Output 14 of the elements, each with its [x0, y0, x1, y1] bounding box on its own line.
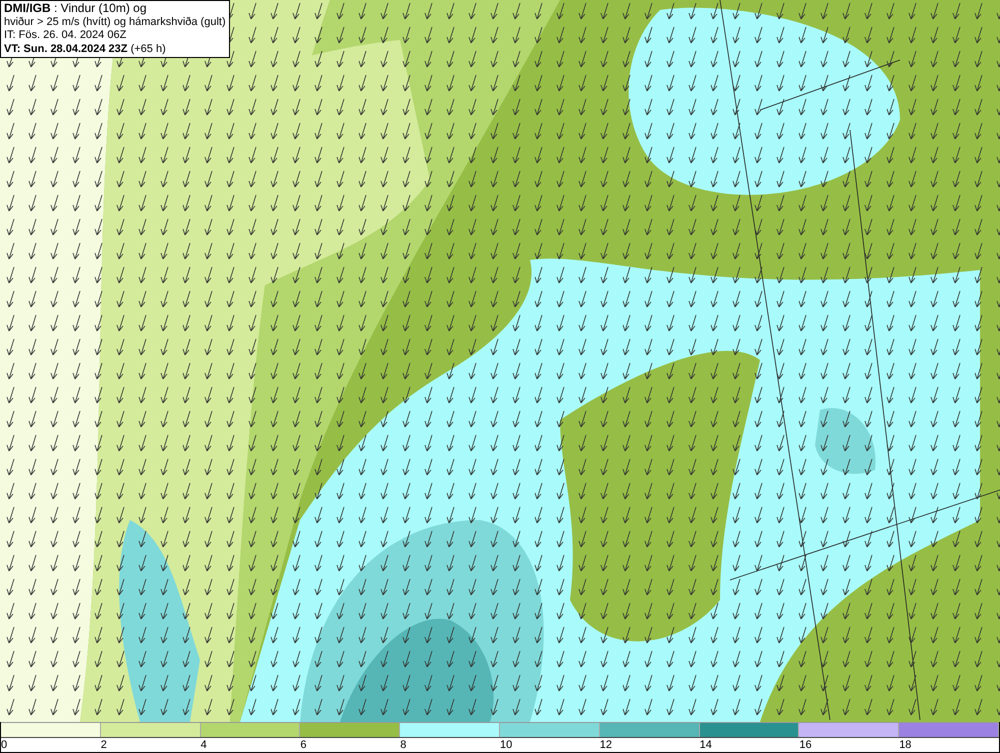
- legend-label: 0: [1, 739, 8, 751]
- title-line: VT: Sun. 28.04.2024 23Z (+65 h): [4, 42, 167, 56]
- title-line: DMI/IGB : Vindur (10m) og: [4, 2, 148, 16]
- legend-label: 4: [200, 739, 207, 751]
- legend-label: 14: [700, 739, 712, 751]
- legend-label: 2: [100, 739, 107, 751]
- legend-label: 18: [899, 739, 912, 751]
- title-line: IT: Fös. 26. 04. 2024 06Z: [4, 29, 128, 42]
- legend-label: 8: [400, 739, 406, 751]
- title-line: hviður > 25 m/s (hvítt) og hámarkshviða (gult): [4, 16, 226, 29]
- legend-label: 16: [799, 739, 812, 751]
- legend-label: 12: [600, 739, 612, 751]
- legend-label: 6: [300, 739, 307, 751]
- legend-label: 10: [500, 739, 512, 751]
